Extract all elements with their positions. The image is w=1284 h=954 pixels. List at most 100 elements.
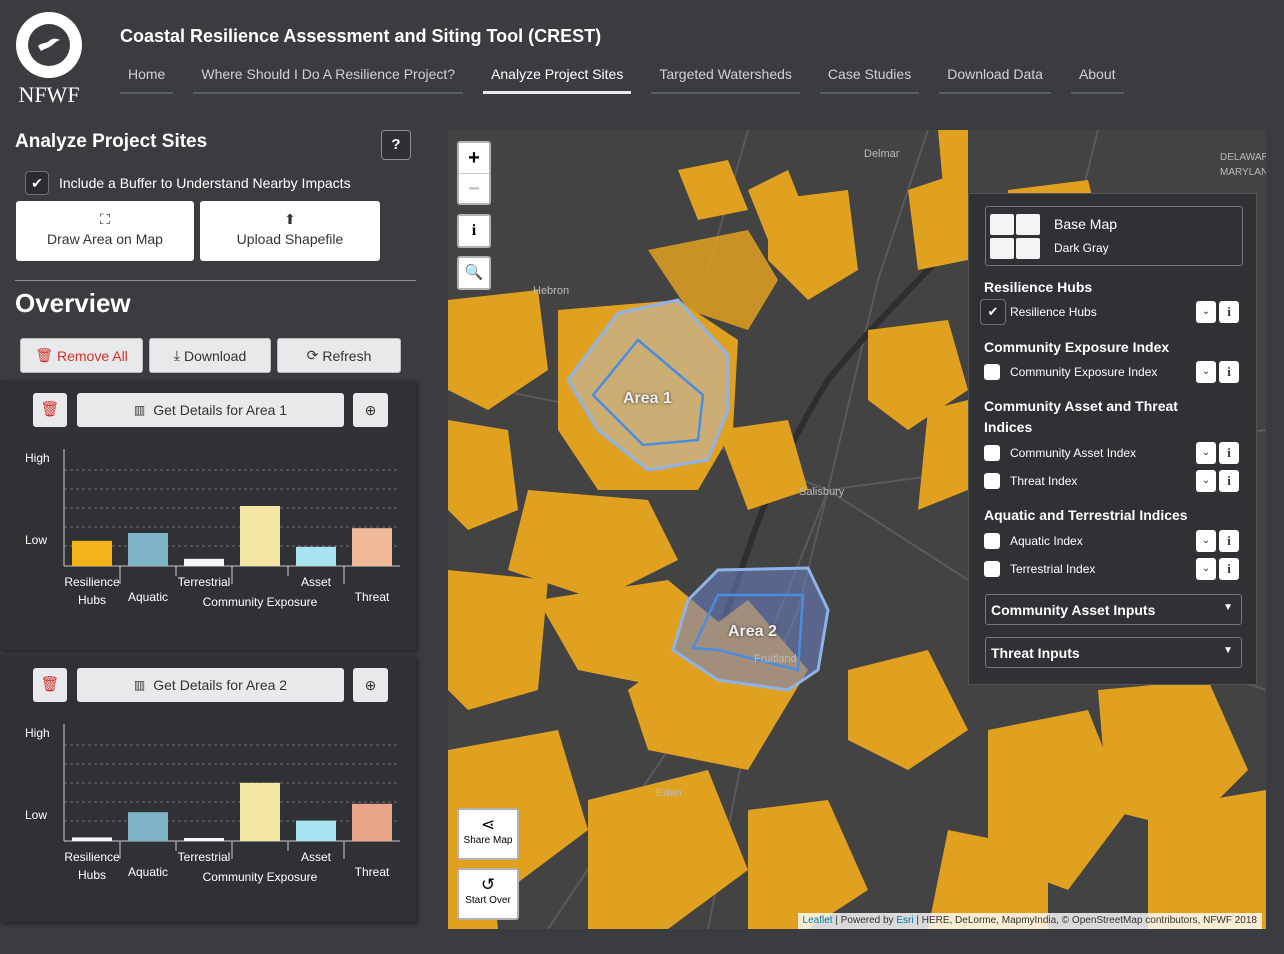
area-card-1: 🗑 ▥ Get Details for Area 1 ⊕ High Low Resil… bbox=[0, 380, 416, 650]
layer-info-button[interactable]: i bbox=[1219, 361, 1239, 383]
refresh-button[interactable]: ⟳ Refresh bbox=[277, 338, 401, 373]
get-details-button[interactable]: ▥ Get Details for Area 2 bbox=[77, 668, 344, 702]
chevron-down-icon: ⌄ bbox=[1201, 563, 1211, 574]
info-icon: i bbox=[1227, 473, 1231, 488]
search-button[interactable]: 🔍 bbox=[457, 256, 491, 290]
chevron-down-icon: ⌄ bbox=[1201, 306, 1211, 317]
layer-checkbox[interactable] bbox=[984, 364, 1000, 380]
x-tick-label: Threat bbox=[355, 590, 390, 604]
x-tick-label: Asset bbox=[301, 575, 332, 589]
threat-inputs-dropdown[interactable]: Threat Inputs ▼ bbox=[985, 637, 1242, 668]
section-title: Community Asset and Threat Indices bbox=[984, 398, 1178, 435]
caret-down-icon: ▼ bbox=[1223, 645, 1233, 656]
start-over-button[interactable]: ↺ Start Over bbox=[457, 868, 519, 920]
nav-case-studies[interactable]: Case Studies bbox=[819, 62, 920, 94]
basemap-selector[interactable]: Base Map Dark Gray bbox=[985, 206, 1243, 266]
trash-icon: 🗑 bbox=[40, 676, 60, 693]
layer-info-button[interactable]: i bbox=[1219, 558, 1239, 580]
search-icon: 🔍 bbox=[464, 264, 484, 281]
bar-chart-icon: ▥ bbox=[133, 678, 146, 692]
layer-checkbox[interactable] bbox=[984, 561, 1000, 577]
app-header: NFWF Coastal Resilience Assessment and S… bbox=[0, 0, 1284, 118]
buffer-checkbox[interactable]: ✔ bbox=[25, 171, 49, 195]
remove-all-button[interactable]: 🗑 Remove All bbox=[20, 338, 143, 373]
info-icon: i bbox=[1227, 364, 1231, 379]
nav-about[interactable]: About bbox=[1070, 62, 1124, 94]
undo-icon: ↺ bbox=[480, 875, 496, 894]
zoom-control: + − bbox=[457, 141, 491, 205]
panel-title: Analyze Project Sites bbox=[15, 131, 208, 152]
nfwf-logo[interactable]: NFWF bbox=[14, 10, 84, 107]
upload-shapefile-button[interactable]: ⬆ Upload Shapefile bbox=[200, 201, 380, 261]
layer-checkbox[interactable]: ✔ bbox=[980, 299, 1006, 325]
layer-info-button[interactable]: i bbox=[1219, 530, 1239, 552]
get-details-button[interactable]: ▥ Get Details for Area 1 bbox=[77, 393, 344, 427]
layer-dropdown-button[interactable]: ⌄ bbox=[1196, 470, 1216, 492]
info-button[interactable]: i bbox=[457, 214, 491, 248]
chevron-down-icon: ⌄ bbox=[1201, 475, 1211, 486]
x-tick-label: Threat bbox=[355, 865, 390, 879]
layer-checkbox[interactable] bbox=[984, 445, 1000, 461]
upload-icon: ⬆ bbox=[284, 211, 296, 227]
zoom-to-area-button[interactable]: ⊕ bbox=[353, 668, 388, 702]
map-attribution: Leaflet | Powered by Esri | HERE, DeLorm… bbox=[797, 913, 1262, 929]
nav-analyze-sites[interactable]: Analyze Project Sites bbox=[483, 62, 632, 94]
layer-checkbox[interactable] bbox=[984, 533, 1000, 549]
section-title: Resilience Hubs bbox=[984, 279, 1093, 295]
nav-targeted-watersheds[interactable]: Targeted Watersheds bbox=[651, 62, 800, 94]
layer-checkbox[interactable] bbox=[984, 473, 1000, 489]
layer-row: ✔ Resilience Hubs ⌄ i bbox=[980, 299, 1242, 325]
leaflet-link[interactable]: Leaflet bbox=[803, 915, 833, 926]
nav-home[interactable]: Home bbox=[120, 62, 174, 94]
nav-download-data[interactable]: Download Data bbox=[939, 62, 1051, 94]
layer-info-button[interactable]: i bbox=[1219, 442, 1239, 464]
y-label-high: High bbox=[25, 451, 50, 465]
zoom-to-area-button[interactable]: ⊕ bbox=[353, 393, 388, 427]
app-title: Coastal Resilience Assessment and Siting… bbox=[120, 26, 602, 46]
info-icon: i bbox=[1227, 304, 1231, 319]
delete-area-button[interactable]: 🗑 bbox=[33, 393, 67, 427]
layer-dropdown-button[interactable]: ⌄ bbox=[1196, 530, 1216, 552]
layer-dropdown-button[interactable]: ⌄ bbox=[1196, 558, 1216, 580]
chevron-down-icon: ⌄ bbox=[1201, 447, 1211, 458]
area-2-chart: High Low Resilience Hubs Aquatic Terrestrial C… bbox=[25, 724, 400, 884]
layer-dropdown-button[interactable]: ⌄ bbox=[1196, 301, 1216, 323]
layer-info-button[interactable]: i bbox=[1219, 470, 1239, 492]
x-tick-label: Hubs bbox=[78, 593, 106, 607]
download-button[interactable]: ⤓ Download bbox=[149, 338, 271, 373]
bar bbox=[352, 528, 392, 566]
esri-link[interactable]: Esri bbox=[896, 915, 913, 926]
bar bbox=[128, 533, 168, 566]
trash-icon: 🗑 bbox=[40, 401, 60, 418]
delete-area-button[interactable]: 🗑 bbox=[33, 668, 67, 702]
section-title: Aquatic and Terrestrial Indices bbox=[984, 507, 1188, 523]
bar bbox=[296, 820, 336, 841]
check-icon: ✔ bbox=[987, 304, 999, 319]
help-button[interactable]: ? bbox=[381, 130, 411, 160]
share-map-button[interactable]: ⋖ Share Map bbox=[457, 808, 519, 860]
zoom-icon: ⊕ bbox=[364, 402, 377, 418]
overview-title: Overview bbox=[15, 288, 131, 318]
x-tick-label: Resilience bbox=[64, 575, 120, 589]
share-icon: ⋖ bbox=[480, 815, 496, 834]
community-asset-inputs-dropdown[interactable]: Community Asset Inputs ▼ bbox=[985, 594, 1242, 625]
layer-row: Terrestrial Index ⌄ i bbox=[984, 558, 1242, 582]
bar bbox=[72, 540, 112, 566]
x-tick-label: Terrestrial bbox=[178, 850, 231, 864]
layer-info-button[interactable]: i bbox=[1219, 301, 1239, 323]
main-nav: Home Where Should I Do A Resilience Proj… bbox=[120, 62, 1144, 94]
area-1-chart: High Low Resilience Hubs Aquatic Terrestrial C… bbox=[25, 449, 400, 609]
info-icon: i bbox=[1227, 445, 1231, 460]
layer-dropdown-button[interactable]: ⌄ bbox=[1196, 361, 1216, 383]
zoom-in-button[interactable]: + bbox=[459, 143, 489, 173]
bar-chart-icon: ▥ bbox=[133, 403, 146, 417]
place-label: Salisbury bbox=[799, 486, 845, 498]
nav-where-resilience[interactable]: Where Should I Do A Resilience Project? bbox=[193, 62, 464, 94]
x-tick-label: Terrestrial bbox=[178, 575, 231, 589]
bar bbox=[296, 546, 336, 566]
zoom-out-button[interactable]: − bbox=[459, 173, 489, 203]
x-tick-label: Resilience bbox=[64, 850, 120, 864]
layer-dropdown-button[interactable]: ⌄ bbox=[1196, 442, 1216, 464]
draw-area-button[interactable]: ⛶ Draw Area on Map bbox=[16, 201, 194, 261]
bar bbox=[240, 782, 280, 841]
